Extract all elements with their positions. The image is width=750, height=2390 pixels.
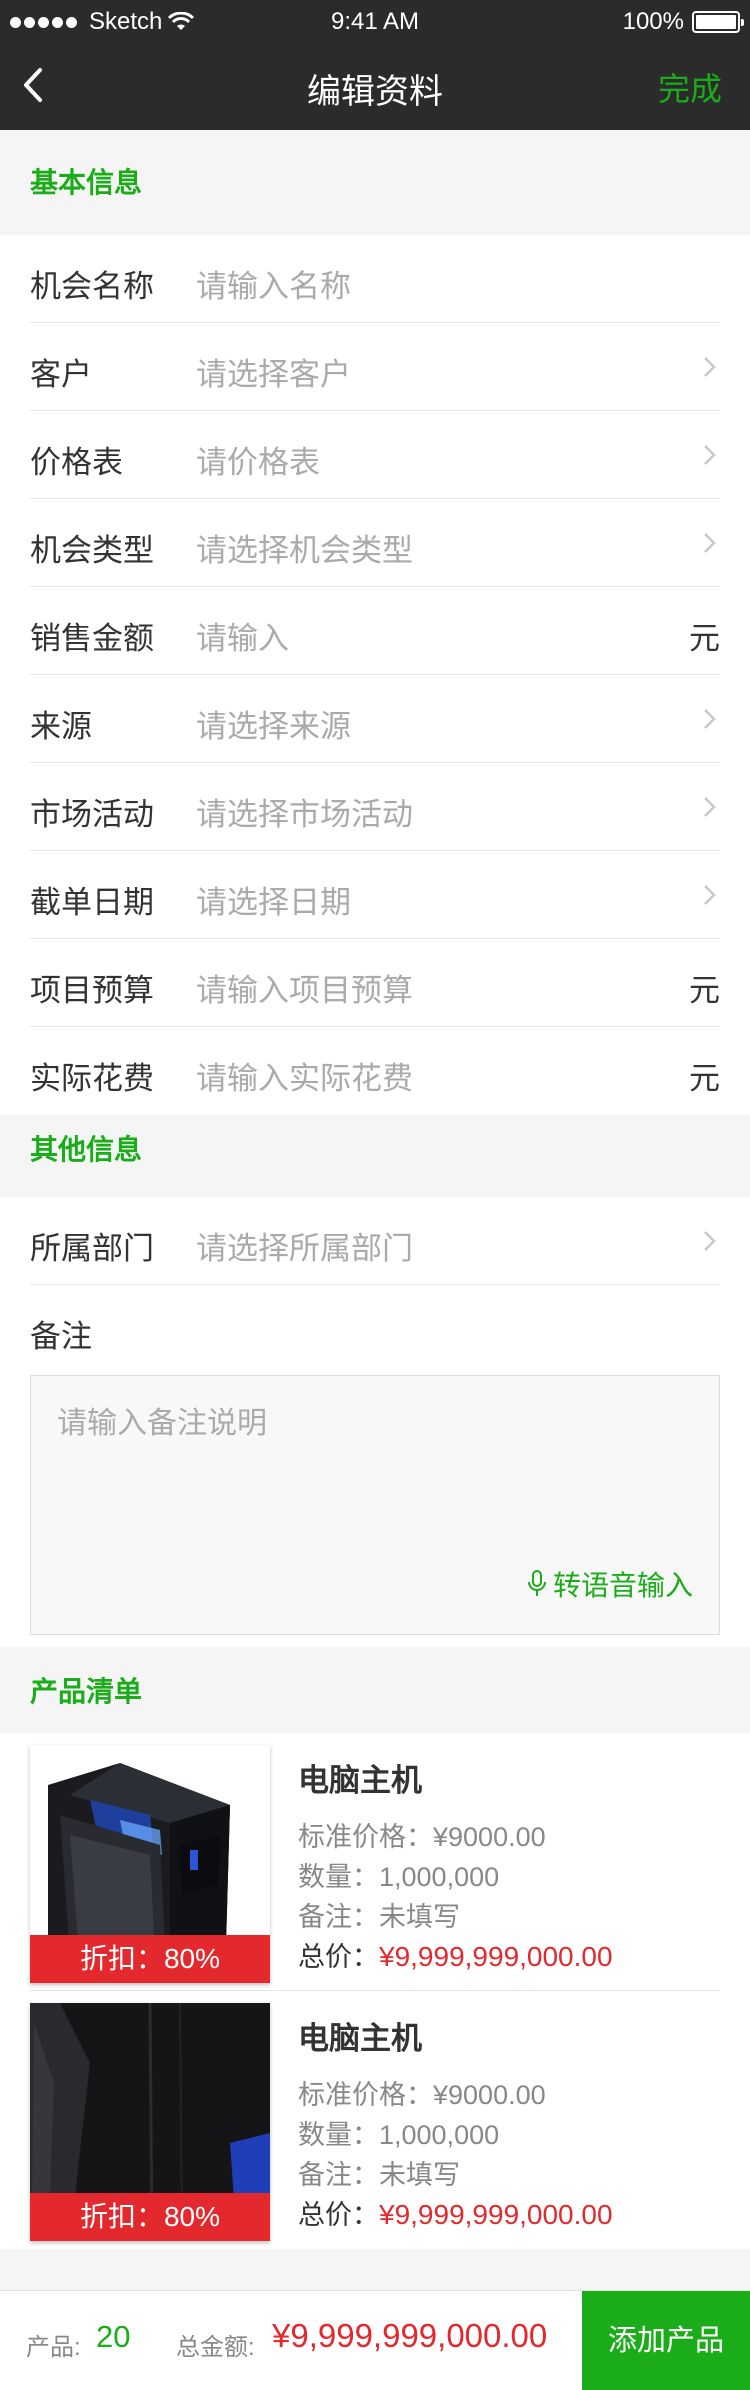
department-select[interactable]: 请选择所属部门 bbox=[196, 1223, 413, 1268]
voice-input-label: 转语音输入 bbox=[552, 1570, 693, 1601]
field-opportunity-name[interactable]: 机会名称 请输入名称 bbox=[30, 235, 720, 323]
sales-amount-input[interactable]: 请输入 bbox=[196, 613, 289, 658]
remark-placeholder: 请输入备注说明 bbox=[57, 1407, 267, 1440]
opportunity-name-input[interactable]: 请输入名称 bbox=[196, 261, 351, 306]
field-close-date[interactable]: 截单日期 请选择日期 bbox=[30, 851, 720, 939]
product-total: 总价：¥9,999,999,000.00 bbox=[298, 1935, 613, 1974]
product-quantity: 数量：1,000,000 bbox=[298, 1862, 500, 1892]
field-label: 项目预算 bbox=[30, 973, 154, 1008]
section-header-products: 产品清单 bbox=[0, 1647, 750, 1733]
field-project-budget[interactable]: 项目预算 请输入项目预算 元 bbox=[30, 939, 720, 1027]
field-label: 客户 bbox=[30, 357, 92, 392]
battery-icon bbox=[692, 11, 744, 33]
actual-cost-input[interactable]: 请输入实际花费 bbox=[196, 1053, 413, 1098]
basic-info-form: 机会名称 请输入名称 客户 请选择客户 价格表 请价格表 机会类型 请选择机会类… bbox=[0, 235, 750, 1115]
field-opportunity-type[interactable]: 机会类型 请选择机会类型 bbox=[30, 499, 720, 587]
section-header-basic: 基本信息 bbox=[0, 130, 750, 235]
total-sum-value: ¥9,999,999,000.00 bbox=[272, 2317, 548, 2354]
chevron-right-icon bbox=[704, 1231, 716, 1251]
other-info-form: 所属部门 请选择所属部门 备注 请输入备注说明 转语音输入 bbox=[0, 1197, 750, 1647]
field-customer[interactable]: 客户 请选择客户 bbox=[30, 323, 720, 411]
total-label: 总价： bbox=[298, 1942, 379, 1972]
microphone-icon bbox=[527, 1570, 546, 1596]
chevron-right-icon bbox=[704, 709, 716, 729]
price-list-select[interactable]: 请价格表 bbox=[196, 437, 320, 482]
total-label: 总价： bbox=[298, 2200, 379, 2230]
discount-badge: 折扣：80% bbox=[30, 1935, 270, 1983]
opportunity-type-select[interactable]: 请选择机会类型 bbox=[196, 525, 413, 570]
field-label: 机会名称 bbox=[30, 269, 154, 304]
nav-bar: 编辑资料 完成 bbox=[0, 40, 750, 130]
done-button[interactable]: 完成 bbox=[658, 64, 722, 110]
field-label: 价格表 bbox=[30, 445, 123, 480]
field-label: 销售金额 bbox=[30, 621, 154, 656]
field-label: 市场活动 bbox=[30, 797, 154, 832]
field-label: 所属部门 bbox=[30, 1231, 154, 1266]
add-product-button[interactable]: 添加产品 bbox=[582, 2291, 750, 2390]
status-bar: Sketch 9:41 AM 100% bbox=[0, 0, 750, 40]
product-item[interactable]: 折扣：80% 电脑主机 标准价格：¥9000.00 数量：1,000,000 备… bbox=[0, 1991, 750, 2249]
product-image: 折扣：80% bbox=[30, 2003, 270, 2241]
customer-select[interactable]: 请选择客户 bbox=[196, 349, 351, 394]
discount-badge: 折扣：80% bbox=[30, 2193, 270, 2241]
chevron-right-icon bbox=[704, 445, 716, 465]
source-select[interactable]: 请选择来源 bbox=[196, 701, 351, 746]
bottom-summary-bar: 产品: 20 总金额: ¥9,999,999,000.00 添加产品 bbox=[0, 2290, 750, 2390]
total-amount: ¥9,999,999,000.00 bbox=[379, 1941, 613, 1972]
field-label: 来源 bbox=[30, 709, 92, 744]
remark-textarea[interactable]: 请输入备注说明 转语音输入 bbox=[30, 1375, 720, 1635]
product-quantity: 数量：1,000,000 bbox=[298, 2120, 500, 2150]
total-amount: ¥9,999,999,000.00 bbox=[379, 2199, 613, 2230]
product-item[interactable]: 折扣：80% 电脑主机 标准价格：¥9000.00 数量：1,000,000 备… bbox=[0, 1733, 750, 1991]
product-name: 电脑主机 bbox=[298, 2021, 422, 2056]
battery-percent: 100% bbox=[622, 8, 684, 35]
product-name: 电脑主机 bbox=[298, 1763, 422, 1798]
chevron-right-icon bbox=[704, 357, 716, 377]
project-budget-input[interactable]: 请输入项目预算 bbox=[196, 965, 413, 1010]
remark-label: 备注 bbox=[30, 1319, 92, 1354]
total-sum-label: 总金额: bbox=[176, 2334, 255, 2361]
unit-label: 元 bbox=[689, 621, 720, 656]
product-count-value: 20 bbox=[96, 2319, 131, 2354]
product-price: 标准价格：¥9000.00 bbox=[298, 2080, 546, 2110]
product-note: 备注：未填写 bbox=[298, 1902, 460, 1932]
product-count-label: 产品: bbox=[26, 2334, 81, 2361]
field-label: 机会类型 bbox=[30, 533, 154, 568]
field-price-list[interactable]: 价格表 请价格表 bbox=[30, 411, 720, 499]
field-label: 实际花费 bbox=[30, 1061, 154, 1096]
field-actual-cost[interactable]: 实际花费 请输入实际花费 元 bbox=[30, 1027, 720, 1115]
marketing-campaign-select[interactable]: 请选择市场活动 bbox=[196, 789, 413, 834]
unit-label: 元 bbox=[689, 1061, 720, 1096]
chevron-right-icon bbox=[704, 533, 716, 553]
close-date-select[interactable]: 请选择日期 bbox=[196, 877, 351, 922]
product-image: 折扣：80% bbox=[30, 1745, 270, 1983]
chevron-right-icon bbox=[704, 885, 716, 905]
field-sales-amount[interactable]: 销售金额 请输入 元 bbox=[30, 587, 720, 675]
field-label: 截单日期 bbox=[30, 885, 154, 920]
field-department[interactable]: 所属部门 请选择所属部门 bbox=[30, 1197, 720, 1285]
product-total: 总价：¥9,999,999,000.00 bbox=[298, 2193, 613, 2232]
product-note: 备注：未填写 bbox=[298, 2160, 460, 2190]
chevron-right-icon bbox=[704, 797, 716, 817]
page-title: 编辑资料 bbox=[307, 73, 443, 111]
voice-input-button[interactable]: 转语音输入 bbox=[527, 1564, 693, 1604]
field-source[interactable]: 来源 请选择来源 bbox=[30, 675, 720, 763]
field-marketing-campaign[interactable]: 市场活动 请选择市场活动 bbox=[30, 763, 720, 851]
product-price: 标准价格：¥9000.00 bbox=[298, 1822, 546, 1852]
unit-label: 元 bbox=[689, 973, 720, 1008]
section-header-other: 其他信息 bbox=[0, 1115, 750, 1197]
